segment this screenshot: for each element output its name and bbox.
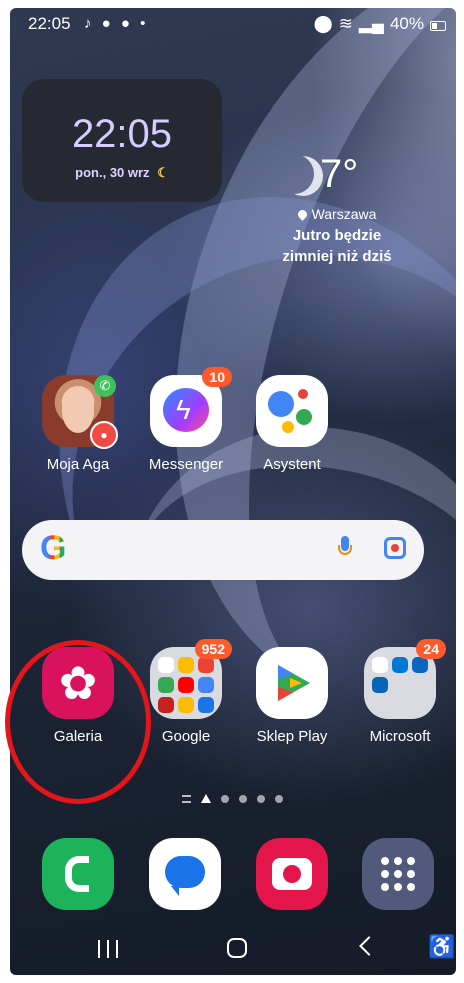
app-asystent[interactable]: Asystent [247,375,337,473]
google-search-bar[interactable]: G [22,520,424,580]
avatar-face [62,389,94,433]
app-label: Microsoft [369,728,431,745]
camera-lens [283,865,301,883]
status-bar: 22:05 ♪ ● ● • ⬤ ≋ ▂▄ 40% [28,14,446,38]
contact-avatar-icon: ✆ ● [42,375,118,449]
home-button[interactable] [227,938,247,958]
clock-widget[interactable]: 22:05 pon., 30 wrz ☾ [22,79,222,202]
clock-date-text: pon., 30 wrz [75,165,150,180]
assistant-dot [282,421,294,433]
messenger-bubble [163,388,209,432]
google-lens-icon[interactable] [384,537,406,559]
google-mini-icon [158,657,174,673]
page-indicator-lines [182,794,191,803]
pin-icon [295,208,309,221]
forecast-line: zimniej niż dziś [282,248,392,265]
folder-google[interactable]: 952 Google [141,639,232,745]
app-moja-aga[interactable]: ✆ ● Moja Aga [33,375,123,473]
notification-badge: 10 [202,367,232,387]
forecast-line: Jutro będzie [292,227,382,244]
camera-app[interactable] [256,838,328,910]
assistant-dot [268,391,294,417]
drive-mini-icon [198,677,214,693]
gmail-mini-icon [198,657,214,673]
person-icon: ● [90,421,118,449]
page-indicator[interactable] [182,794,283,803]
play-store-icon [256,647,328,719]
battery-icon [430,21,446,31]
highlight-circle [5,640,151,804]
grid-icon [381,857,415,891]
app-label: Moja Aga [46,456,110,473]
linkedin-mini-icon [412,657,428,673]
assistant-icon [256,375,328,447]
meet-mini-icon [198,697,214,713]
assistant-dot [296,409,312,425]
mic-icon[interactable] [338,536,352,560]
notification-badge: 24 [416,639,446,659]
app-sklep-play[interactable]: Sklep Play [247,647,337,745]
location-icon: ⬤ [313,14,333,33]
status-indicators: ⬤ ≋ ▂▄ 40% [314,14,446,34]
navigation-bar: ♿ [10,930,456,975]
weather-temperature: 7° [320,152,359,196]
folder-microsoft[interactable]: 24 Microsoft [355,639,446,745]
onedrive-mini-icon [392,657,408,673]
maps-mini-icon [158,677,174,693]
phone-icon [65,856,89,892]
status-time: 22:05 [28,14,71,33]
weather-forecast: Jutro będzie zimniej niż dziś [262,225,412,267]
app-messenger[interactable]: 10 Messenger [141,367,232,473]
clock-date: pon., 30 wrz ☾ [22,165,222,181]
folder-icon: 24 [364,639,446,719]
folder-app-grid [372,657,428,693]
page-dot [275,794,283,803]
youtube-mini-icon [178,677,194,693]
notification-icons: ♪ ● ● • [84,15,149,32]
phone-call-icon: ✆ [94,375,116,397]
messages-app[interactable] [149,838,221,910]
folder-app-grid [158,657,214,713]
outlook-mini-icon [372,677,388,693]
app-drawer-button[interactable] [362,838,434,910]
moon-icon [274,154,314,194]
google-logo: G [40,529,67,567]
notification-badge: 952 [194,639,232,659]
recent-apps-button[interactable] [98,940,118,958]
assistant-dot [298,389,308,399]
weather-widget[interactable]: 7° Warszawa Jutro będzie zimniej niż dzi… [262,150,412,267]
weather-location: Warszawa [262,206,412,222]
wifi-icon: ≋ [338,14,353,33]
page-dot [239,794,247,803]
app-label: Messenger [148,456,224,473]
app-label: Asystent [263,456,321,473]
copilot-mini-icon [372,657,388,673]
battery-percent: 40% [389,14,424,33]
page-dot [257,794,265,803]
page-dot [221,794,229,803]
app-label: Google [161,728,211,745]
clock-time: 22:05 [71,112,173,156]
message-bubble-icon [165,856,205,896]
phone-app[interactable] [42,838,114,910]
moon-icon: ☾ [157,165,169,180]
accessibility-icon[interactable]: ♿ [428,934,455,960]
home-page-indicator [201,794,211,803]
messenger-icon: 10 [150,367,232,447]
signal-icon: ▂▄ [358,14,384,33]
weather-location-text: Warszawa [311,206,377,222]
app-label: Sklep Play [256,728,328,745]
music-mini-icon [158,697,174,713]
back-button[interactable] [359,936,379,956]
folder-icon: 952 [150,639,232,719]
photos-mini-icon [178,697,194,713]
chrome-mini-icon [178,657,194,673]
